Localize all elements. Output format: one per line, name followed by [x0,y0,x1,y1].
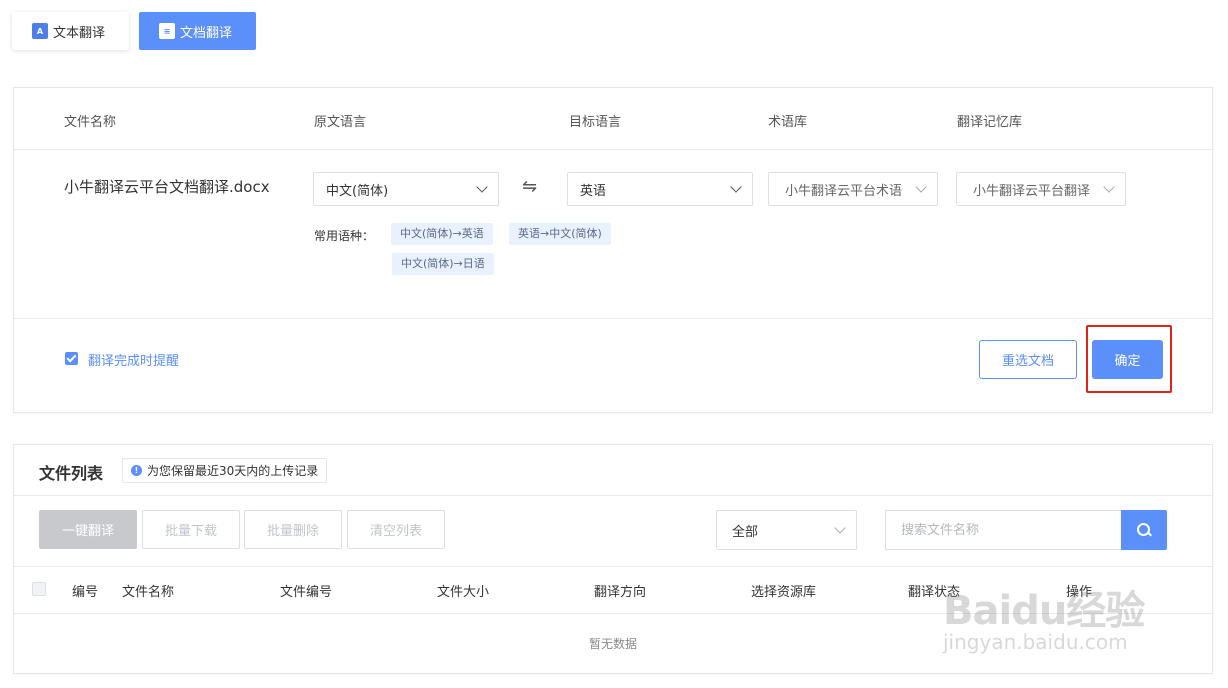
chevron-down-icon [730,181,742,193]
batch-download-button[interactable]: 批量下载 [142,510,240,549]
common-languages-label: 常用语种： [314,229,375,243]
column-header: 文件名称 [122,585,175,600]
reselect-document-button[interactable]: 重选文档 [979,340,1077,379]
file-list-panel: 文件列表 ! 为您保留最近30天内的上传记录 一键翻译 批量下载 批量删除 清空… [13,444,1213,674]
target-language-value: 英语 [580,183,607,199]
search-input[interactable] [885,510,1121,550]
remind-checkbox[interactable] [65,352,78,365]
source-language-value: 中文(简体) [326,183,389,199]
translation-memory-value: 小牛翻译云平台翻译 [973,183,1091,199]
clear-list-button[interactable]: 清空列表 [347,510,445,549]
search-button[interactable] [1121,510,1167,550]
text-translate-icon: A [32,23,48,39]
remind-label[interactable]: 翻译完成时提醒 [88,350,179,369]
swap-languages-icon[interactable]: ⇋ [522,176,537,197]
tab-text-translate[interactable]: A 文本翻译 [12,12,129,50]
retention-notice-text: 为您保留最近30天内的上传记录 [147,464,319,478]
chevron-down-icon [834,522,846,534]
select-all-checkbox[interactable] [32,582,46,596]
status-filter-value: 全部 [732,524,759,540]
source-language-select[interactable]: 中文(简体) [313,172,499,206]
file-list-title: 文件列表 [39,464,104,483]
search-icon [1137,523,1151,537]
upload-settings-panel: 文件名称 原文语言 目标语言 术语库 翻译记忆库 小牛翻译云平台文档翻译.doc… [13,87,1213,413]
glossary-select[interactable]: 小牛翻译云平台术语 [768,172,938,206]
batch-delete-button[interactable]: 批量删除 [244,510,342,549]
common-pair-chip[interactable]: 英语→中文(简体) [509,223,611,245]
header-file-name: 文件名称 [64,115,117,130]
column-header: 翻译状态 [908,585,961,600]
confirm-button[interactable]: 确定 [1092,340,1163,379]
header-source-language: 原文语言 [314,115,367,130]
column-header: 文件大小 [437,585,490,600]
chevron-down-icon [1103,181,1115,193]
column-header: 文件编号 [280,585,333,600]
tab-text-translate-label: 文本翻译 [53,25,106,41]
column-header: 编号 [72,585,99,600]
status-filter-select[interactable]: 全部 [716,510,857,550]
retention-notice: ! 为您保留最近30天内的上传记录 [122,458,328,483]
chevron-down-icon [476,181,488,193]
chevron-down-icon [915,181,927,193]
divider [14,149,1212,150]
divider [14,495,1212,496]
glossary-value: 小牛翻译云平台术语 [785,183,903,199]
tab-document-translate-label: 文档翻译 [180,25,233,41]
info-icon: ! [131,465,142,476]
uploaded-file-name: 小牛翻译云平台文档翻译.docx [64,178,270,196]
tab-document-translate[interactable]: ≡ 文档翻译 [139,12,256,50]
divider [14,318,1212,319]
header-translation-memory: 翻译记忆库 [957,115,1023,130]
translation-memory-select[interactable]: 小牛翻译云平台翻译 [956,172,1126,206]
translate-all-button[interactable]: 一键翻译 [39,510,137,549]
target-language-select[interactable]: 英语 [567,172,753,206]
divider [14,566,1212,567]
header-target-language: 目标语言 [569,115,622,130]
header-glossary: 术语库 [768,115,808,130]
column-header: 操作 [1066,585,1093,600]
empty-state-text: 暂无数据 [588,637,637,651]
column-header: 翻译方向 [594,585,647,600]
divider [14,613,1212,614]
document-icon: ≡ [159,23,175,39]
common-pair-chip[interactable]: 中文(简体)→英语 [391,223,493,245]
common-pair-chip[interactable]: 中文(简体)→日语 [392,253,494,275]
column-header: 选择资源库 [751,585,817,600]
